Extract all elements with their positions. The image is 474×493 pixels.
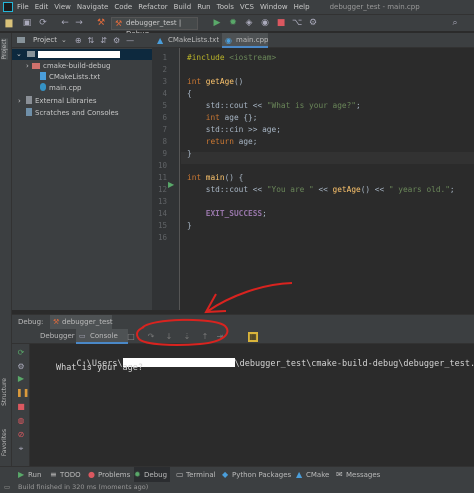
status-text: Build finished in 320 ms (moments ago) (18, 483, 149, 491)
tool-problems[interactable]: ● Problems (88, 467, 130, 483)
tool-run[interactable]: ▶ Run (18, 467, 41, 483)
problems-icon: ● (88, 470, 95, 479)
tool-messages[interactable]: ✉ Messages (336, 467, 380, 483)
tool-python-packages[interactable]: ◆ Python Packages (222, 467, 291, 483)
annotation-circle (135, 318, 229, 346)
debug-icon: ✹ (134, 470, 141, 479)
python-icon: ◆ (222, 470, 229, 479)
messages-icon: ✉ (336, 470, 343, 479)
red-annotation-overlay (135, 282, 293, 346)
todo-icon: ≡ (50, 470, 57, 479)
tool-debug[interactable]: ✹ Debug (134, 467, 170, 483)
build-status-icon: ▭ (4, 483, 11, 491)
run-icon: ▶ (18, 470, 25, 479)
cmake-icon: ▲ (296, 470, 303, 479)
tool-terminal[interactable]: ▭ Terminal (176, 467, 216, 483)
status-bar: ▭ Build finished in 320 ms (moments ago) (0, 482, 474, 493)
tool-cmake[interactable]: ▲ CMake (296, 467, 329, 483)
annotation-arrow-shaft (207, 282, 293, 312)
tool-todo[interactable]: ≡ TODO (50, 467, 81, 483)
terminal-icon: ▭ (176, 470, 184, 479)
bottom-tool-bar: ▶ Run ≡ TODO ● Problems ✹ Debug ▭ Terminal ◆ P… (0, 466, 474, 483)
